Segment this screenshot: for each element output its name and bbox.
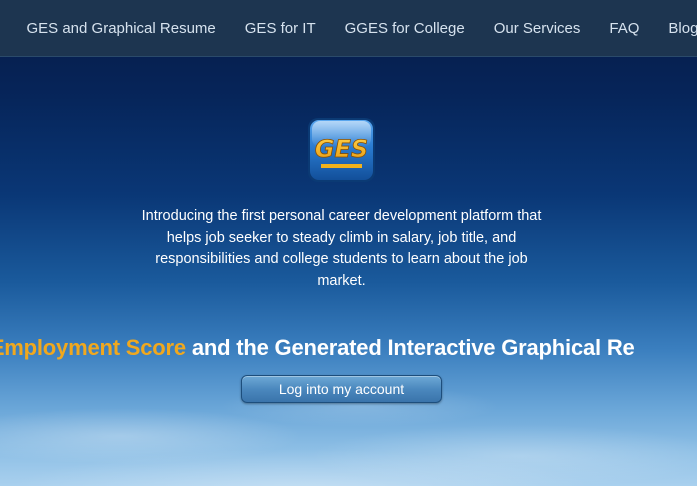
nav-menu: GES and Graphical Resume GES for IT GGES… <box>12 0 697 57</box>
svg-text:GES: GES <box>315 135 368 163</box>
nav-item-our-services[interactable]: Our Services <box>479 20 595 37</box>
headline-highlight: l Employment Score <box>0 335 186 360</box>
top-navbar: GES and Graphical Resume GES for IT GGES… <box>0 0 697 57</box>
nav-item-ges-graphical-resume[interactable]: GES and Graphical Resume <box>12 20 230 37</box>
intro-text: Introducing the first personal career de… <box>141 208 542 289</box>
nav-item-faq[interactable]: FAQ <box>595 20 654 37</box>
nav-item-ges-for-it[interactable]: GES for IT <box>230 20 330 37</box>
ges-logo-icon: GES <box>307 117 376 183</box>
page: GES and Graphical Resume GES for IT GGES… <box>0 0 697 486</box>
headline-rest: and the Generated Interactive Graphical … <box>185 335 635 360</box>
nav-item-blog[interactable]: Blog <box>654 20 697 37</box>
login-button[interactable]: Log into my account <box>241 375 442 403</box>
nav-item-gges-for-college[interactable]: GGES for College <box>330 20 479 37</box>
headline: l Employment Score and the Generated Int… <box>0 335 635 361</box>
